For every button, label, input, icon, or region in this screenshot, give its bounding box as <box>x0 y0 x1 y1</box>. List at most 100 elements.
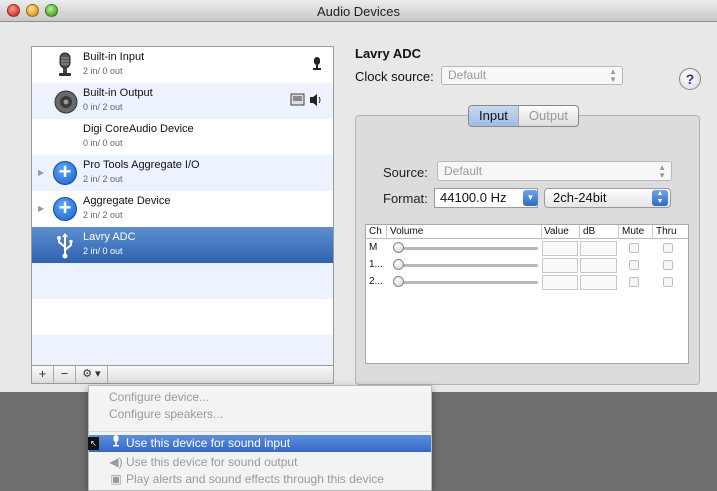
volume-slider-track[interactable] <box>393 264 538 267</box>
device-row-aggregate-device[interactable]: ▶ + Aggregate Device 2 in/ 2 out <box>32 191 333 227</box>
window-title: Audio Devices <box>316 4 401 19</box>
volume-row: 1... <box>366 257 688 273</box>
stepper-arrows-icon: ▲ ▼ <box>652 190 668 206</box>
disclosure-triangle-icon[interactable]: ▶ <box>38 204 44 213</box>
device-row-digi-coreaudio[interactable]: Digi CoreAudio Device 0 in/ 0 out <box>32 119 333 155</box>
device-name: Built-in Input <box>83 51 145 63</box>
volume-slider-track[interactable] <box>393 247 538 250</box>
source-value: Default <box>444 164 483 178</box>
db-field[interactable] <box>580 241 617 256</box>
help-button[interactable]: ? <box>679 68 701 90</box>
source-select[interactable]: Default ▲ ▼ <box>437 161 672 181</box>
disclosure-triangle-icon[interactable]: ▶ <box>38 168 44 177</box>
device-row-lavry-adc[interactable]: Lavry ADC 2 in/ 0 out <box>32 227 333 263</box>
add-device-button[interactable]: + <box>32 366 54 383</box>
thru-checkbox[interactable] <box>663 243 673 253</box>
value-field[interactable] <box>542 241 578 256</box>
col-thru: Thru <box>656 226 677 237</box>
thru-checkbox[interactable] <box>663 260 673 270</box>
format-rate-dropdown-button[interactable]: ▼ <box>523 190 538 206</box>
clock-source-value: Default <box>448 68 487 82</box>
menu-item-use-for-output[interactable]: ◀) Use this device for sound output <box>109 455 297 469</box>
menu-item-label: Use this device for sound output <box>126 455 298 469</box>
source-label: Source: <box>383 165 428 180</box>
audio-devices-window: Audio Devices Built-in Input 2 in/ 0 out… <box>0 0 717 491</box>
value-field[interactable] <box>542 258 578 273</box>
device-list[interactable]: Built-in Input 2 in/ 0 out Built-in Outp… <box>31 46 334 366</box>
volume-table-header: Ch Volume Value dB Mute Thru <box>366 225 688 239</box>
db-field[interactable] <box>580 258 617 273</box>
input-output-tabs: Input Output <box>468 105 579 127</box>
menu-item-configure-device[interactable]: Configure device... <box>109 390 209 404</box>
aggregate-plus-icon: + <box>51 195 79 223</box>
aggregate-plus-icon: + <box>51 159 79 187</box>
value-field[interactable] <box>542 275 578 290</box>
device-row-pro-tools-aggregate[interactable]: ▶ + Pro Tools Aggregate I/O 2 in/ 2 out <box>32 155 333 191</box>
db-field[interactable] <box>580 275 617 290</box>
gear-dropdown-menu: Configure device... Configure speakers..… <box>88 385 432 491</box>
tab-input[interactable]: Input <box>469 106 518 126</box>
menu-item-configure-speakers[interactable]: Configure speakers... <box>109 407 223 421</box>
device-channels: 2 in/ 0 out <box>83 66 123 76</box>
device-name: Lavry ADC <box>83 231 136 243</box>
device-channels: 2 in/ 2 out <box>83 174 123 184</box>
volume-table: Ch Volume Value dB Mute Thru M 1... 2... <box>365 224 689 364</box>
volume-row: 2... <box>366 274 688 290</box>
device-title: Lavry ADC <box>355 46 421 61</box>
menu-item-label: Play alerts and sound effects through th… <box>126 472 384 486</box>
gear-menu-button[interactable]: ⚙ ▾ <box>76 366 108 383</box>
format-label: Format: <box>383 191 428 206</box>
alert-icon: ▣ <box>110 472 122 486</box>
device-channels: 2 in/ 0 out <box>83 246 123 256</box>
cursor-icon: ↖ <box>88 437 99 450</box>
menu-separator <box>89 431 431 432</box>
alert-output-speaker-icon <box>290 93 324 110</box>
col-db: dB <box>583 226 596 237</box>
format-bits-select[interactable]: 2ch-24bit ▲ ▼ <box>544 188 671 208</box>
device-channels: 0 in/ 0 out <box>83 138 123 148</box>
clock-source-label: Clock source: <box>355 69 434 84</box>
tab-output[interactable]: Output <box>517 106 578 126</box>
speaker-icon: ◀) <box>109 455 123 469</box>
thru-checkbox[interactable] <box>663 277 673 287</box>
channel-label: 1... <box>369 259 383 270</box>
speaker-icon <box>51 87 79 115</box>
channel-label: 2... <box>369 276 383 287</box>
mute-checkbox[interactable] <box>629 277 639 287</box>
menu-item-play-alerts[interactable]: ▣ Play alerts and sound effects through t… <box>109 472 384 486</box>
volume-slider-knob[interactable] <box>393 276 404 287</box>
format-bits-value: 2ch-24bit <box>553 190 607 205</box>
col-value: Value <box>544 226 569 237</box>
microphone-icon <box>109 435 123 452</box>
device-name: Built-in Output <box>83 87 153 99</box>
empty-row <box>32 335 333 365</box>
mute-checkbox[interactable] <box>629 243 639 253</box>
menu-item-label: Use this device for sound input <box>126 436 291 450</box>
device-row-built-in-input[interactable]: Built-in Input 2 in/ 0 out <box>32 47 333 83</box>
channel-label: M <box>369 242 378 253</box>
title-bar: Audio Devices <box>0 0 717 22</box>
device-name: Aggregate Device <box>83 195 171 207</box>
device-row-built-in-output[interactable]: Built-in Output 0 in/ 2 out <box>32 83 333 119</box>
volume-slider-knob[interactable] <box>393 259 404 270</box>
clock-source-select[interactable]: Default ▲ ▼ <box>441 66 623 85</box>
col-mute: Mute <box>622 226 645 237</box>
usb-icon <box>51 231 79 259</box>
device-channels: 2 in/ 2 out <box>83 210 123 220</box>
mic-indicator-icon <box>312 57 322 74</box>
mute-checkbox[interactable] <box>629 260 639 270</box>
microphone-icon <box>51 51 79 79</box>
empty-row <box>32 263 333 299</box>
volume-slider-track[interactable] <box>393 281 538 284</box>
col-ch: Ch <box>369 226 382 237</box>
menu-item-use-for-input[interactable]: Use this device for sound input <box>89 435 431 452</box>
stepper-arrows-icon: ▲ ▼ <box>609 67 617 84</box>
stepper-arrows-icon: ▲ ▼ <box>658 163 666 180</box>
list-toolbar: + − ⚙ ▾ <box>31 366 334 384</box>
volume-row: M <box>366 240 688 256</box>
col-volume: Volume <box>390 226 424 237</box>
device-name: Pro Tools Aggregate I/O <box>83 159 200 171</box>
device-channels: 0 in/ 2 out <box>83 102 123 112</box>
remove-device-button[interactable]: − <box>54 366 76 383</box>
volume-slider-knob[interactable] <box>393 242 404 253</box>
